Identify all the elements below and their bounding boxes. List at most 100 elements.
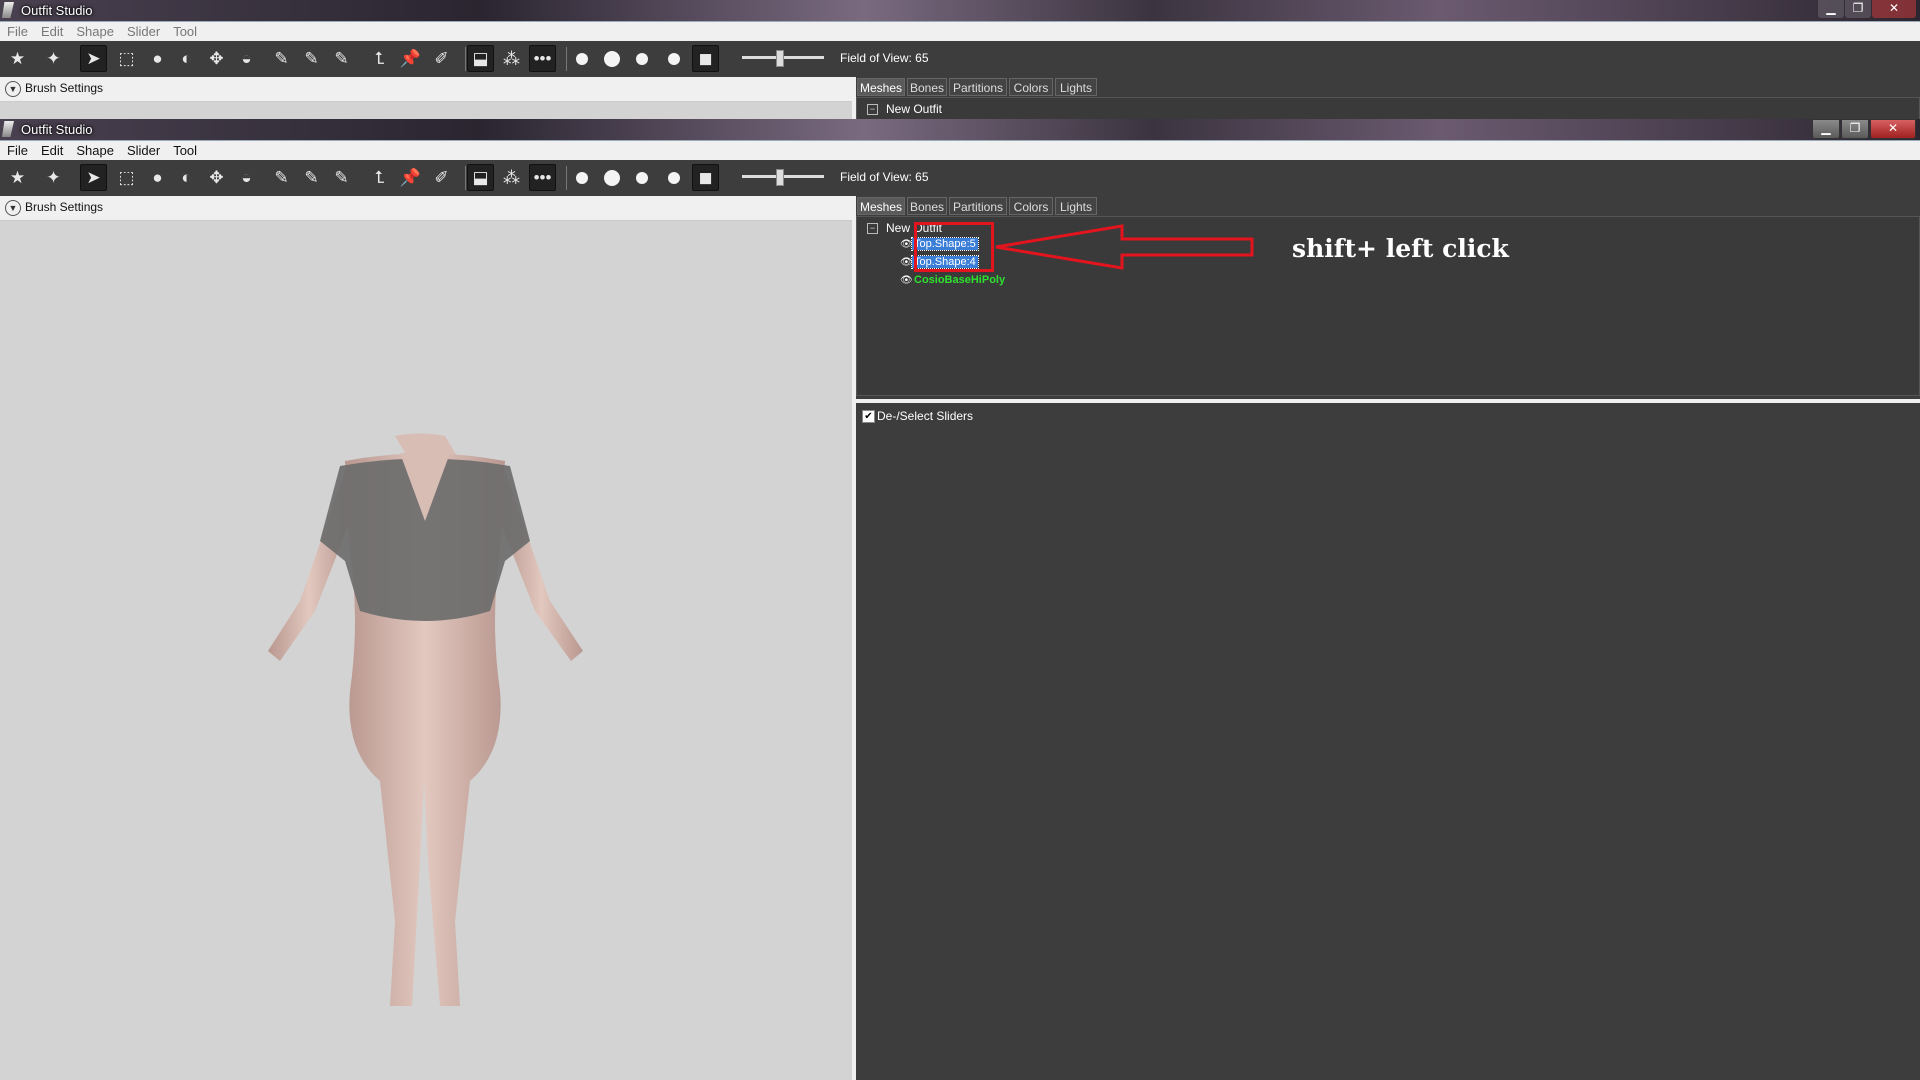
right-panel: Meshes Bones Partitions Colors Lights − N… [856, 77, 1920, 119]
tab-partitions[interactable]: Partitions [949, 197, 1007, 215]
pencil-icon[interactable]: ⬓ [467, 45, 494, 72]
dots-icon[interactable] [568, 164, 595, 191]
deselect-sliders-checkbox[interactable]: ✔ [862, 410, 875, 423]
toolbar-separator [465, 47, 466, 71]
select-icon[interactable]: ➤ [80, 45, 107, 72]
xmirror-icon[interactable]: ⁂ [498, 45, 525, 72]
menu-slider[interactable]: Slider [120, 22, 166, 40]
brush-settings-bar[interactable]: ▼ Brush Settings [0, 77, 852, 102]
tree-item-label: CosioBaseHiPoly [914, 274, 1006, 286]
select-icon[interactable]: ➤ [80, 164, 107, 191]
menu-shape[interactable]: Shape [69, 22, 120, 40]
dot-small-icon[interactable] [598, 164, 625, 191]
dot-large-icon[interactable] [660, 45, 687, 72]
load-outfit-icon[interactable]: ✦ [40, 45, 67, 72]
brush-settings-label: Brush Settings [25, 200, 104, 214]
alpha-brush-icon[interactable]: ⮤ [366, 45, 393, 72]
dot-medium-icon[interactable] [628, 45, 655, 72]
pencil-icon[interactable]: ⬓ [467, 164, 494, 191]
tree-root-label: New Outfit [886, 102, 943, 116]
menu-slider[interactable]: Slider [120, 141, 166, 159]
tab-meshes[interactable]: Meshes [857, 197, 905, 215]
eye-icon[interactable]: 👁 [900, 237, 913, 252]
dot-xl-icon[interactable]: ◼ [692, 164, 719, 191]
close-button[interactable]: ✕ [1870, 119, 1916, 139]
fov-slider-thumb[interactable] [776, 169, 784, 186]
maximize-button[interactable]: ❐ [1845, 0, 1871, 18]
standard-brush-icon[interactable]: ● [144, 45, 171, 72]
move-brush-icon[interactable]: ✥ [203, 164, 230, 191]
toolbar-separator [566, 166, 567, 190]
connected-icon[interactable]: ••• [529, 164, 556, 191]
smooth-brush-icon[interactable]: ◒ [233, 45, 260, 72]
dot-medium-icon[interactable] [628, 164, 655, 191]
menu-edit[interactable]: Edit [34, 22, 69, 40]
minimize-button[interactable]: ▁ [1812, 119, 1840, 139]
eye-icon[interactable]: 👁 [900, 273, 913, 288]
collision-icon[interactable]: 📌 [397, 164, 424, 191]
xmirror-icon[interactable]: ⁂ [498, 164, 525, 191]
deflate-brush-icon[interactable]: ◐ [173, 164, 200, 191]
tab-bones[interactable]: Bones [907, 78, 947, 96]
color-brush-icon[interactable]: ✎ [298, 45, 325, 72]
collision-icon[interactable]: 📌 [397, 45, 424, 72]
menu-file[interactable]: File [0, 22, 34, 40]
transform-select-icon[interactable]: ⬚ [113, 164, 140, 191]
menu-edit[interactable]: Edit [34, 141, 69, 159]
viewport[interactable] [0, 221, 852, 1080]
toolbar: ★ ✦ ➤ ⬚ ● ◐ ✥ ◒ ✎ ✎ ✎ ⮤ 📌 ✐ ⬓ ⁂ ••• ◼ Field of View: 65 [0, 160, 1920, 196]
tab-colors[interactable]: Colors [1009, 197, 1053, 215]
tree-item-cosio-base[interactable]: 👁CosioBaseHiPoly [900, 273, 1007, 288]
smooth-brush-icon[interactable]: ◒ [233, 164, 260, 191]
load-reference-icon[interactable]: ★ [4, 45, 31, 72]
minimize-button[interactable]: ▁ [1818, 0, 1844, 18]
erase-brush-icon[interactable]: ✎ [328, 45, 355, 72]
tab-meshes[interactable]: Meshes [857, 78, 905, 96]
transform-select-icon[interactable]: ⬚ [113, 45, 140, 72]
dots-icon[interactable] [568, 45, 595, 72]
brush-dot-icon [603, 169, 620, 186]
mesh-tree: − New Outfit [856, 97, 1920, 119]
tab-colors[interactable]: Colors [1009, 78, 1053, 96]
anchor-icon[interactable]: ✐ [428, 45, 455, 72]
tab-lights[interactable]: Lights [1055, 78, 1097, 96]
menu-file[interactable]: File [0, 141, 34, 159]
tab-partitions[interactable]: Partitions [949, 78, 1007, 96]
tree-root[interactable]: − New Outfit [867, 102, 942, 116]
fov-slider-thumb[interactable] [776, 50, 784, 67]
maximize-button[interactable]: ❐ [1841, 119, 1869, 139]
tab-bar: Meshes Bones Partitions Colors Lights [856, 196, 1920, 216]
dot-small-icon[interactable] [598, 45, 625, 72]
anchor-icon[interactable]: ✐ [428, 164, 455, 191]
deflate-brush-icon[interactable]: ◐ [173, 45, 200, 72]
brush-settings-bar[interactable]: ▼ Brush Settings [0, 196, 852, 221]
move-brush-icon[interactable]: ✥ [203, 45, 230, 72]
standard-brush-icon[interactable]: ● [144, 164, 171, 191]
menu-tool[interactable]: Tool [166, 22, 203, 40]
erase-brush-icon[interactable]: ✎ [328, 164, 355, 191]
collapse-icon[interactable]: − [867, 104, 878, 115]
menu-tool[interactable]: Tool [166, 141, 203, 159]
dot-xl-icon[interactable]: ◼ [692, 45, 719, 72]
alpha-brush-icon[interactable]: ⮤ [366, 164, 393, 191]
menu-shape[interactable]: Shape [69, 141, 120, 159]
load-outfit-icon[interactable]: ✦ [40, 164, 67, 191]
color-brush-icon[interactable]: ✎ [298, 164, 325, 191]
dot-large-icon[interactable] [660, 164, 687, 191]
collapse-icon[interactable]: − [867, 223, 878, 234]
tab-lights[interactable]: Lights [1055, 197, 1097, 215]
connected-icon[interactable]: ••• [529, 45, 556, 72]
fov-label: Field of View: 65 [840, 51, 929, 65]
tab-bones[interactable]: Bones [907, 197, 947, 215]
app-icon [2, 121, 14, 137]
eye-icon[interactable]: 👁 [900, 255, 913, 270]
close-button[interactable]: ✕ [1872, 0, 1916, 18]
mask-brush-icon[interactable]: ✎ [268, 164, 295, 191]
chevron-down-icon[interactable]: ▼ [5, 81, 21, 97]
mask-brush-icon[interactable]: ✎ [268, 45, 295, 72]
viewport[interactable] [0, 102, 852, 119]
load-reference-icon[interactable]: ★ [4, 164, 31, 191]
chevron-down-icon[interactable]: ▼ [5, 200, 21, 216]
toolbar: ★ ✦ ➤ ⬚ ● ◐ ✥ ◒ ✎ ✎ ✎ ⮤ 📌 ✐ ⬓ ⁂ ••• ◼ Field of View: 65 [0, 41, 1920, 77]
brush-dot-icon [667, 171, 680, 184]
